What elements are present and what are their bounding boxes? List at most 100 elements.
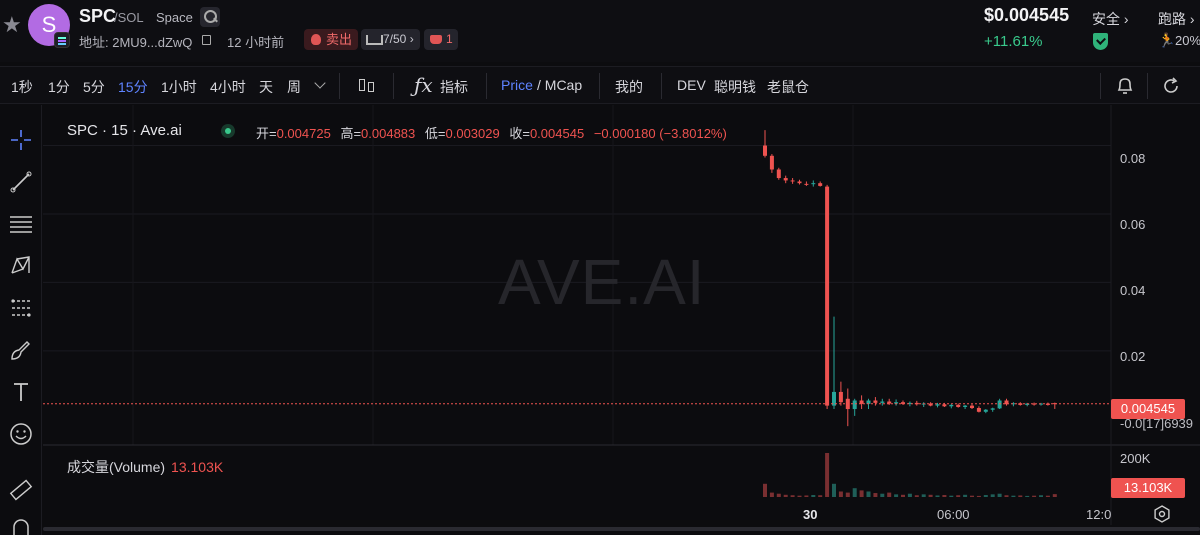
volume-bar	[880, 493, 885, 497]
volume-bar	[921, 494, 926, 497]
volume-bar	[907, 493, 912, 497]
chevron-down-icon[interactable]	[314, 77, 326, 89]
gear-icon[interactable]	[1153, 505, 1171, 523]
volume-bar	[838, 491, 843, 497]
volume-bar	[797, 495, 802, 497]
text-icon[interactable]	[8, 379, 34, 405]
indicators-button[interactable]: 指标	[440, 77, 468, 97]
candlestick-icon[interactable]	[358, 75, 376, 97]
token-header: ★ S SPC /SOL Space 地址: 2MU9...dZwQ 12 小时…	[0, 0, 1200, 62]
candle-body	[935, 404, 940, 406]
bell-icon[interactable]	[1114, 75, 1136, 97]
candle-body	[804, 183, 809, 185]
shield-icon	[1093, 33, 1108, 50]
interval-15m[interactable]: 15分	[118, 77, 148, 97]
volume-bar	[1018, 495, 1023, 497]
y-tick-label: 0.02	[1120, 349, 1146, 364]
fx-icon[interactable]: ƒx	[414, 73, 433, 97]
fib-icon[interactable]	[8, 295, 34, 321]
interval-5m[interactable]: 5分	[83, 77, 105, 97]
open-label: 开=	[256, 126, 277, 141]
safety-label: 安全	[1092, 11, 1120, 27]
volume-bar	[873, 493, 878, 497]
star-icon[interactable]: ★	[2, 14, 24, 36]
y-tick-label: 0.04	[1120, 283, 1146, 298]
rug-risk-label: 跑路	[1158, 11, 1186, 27]
chart-legend-title: SPC · 15 · Ave.ai	[67, 122, 182, 139]
volume-value: 13.103K	[171, 459, 224, 475]
candle-body	[818, 183, 823, 186]
emoji-icon[interactable]	[8, 421, 34, 447]
rat-trader-button[interactable]: 老鼠仓	[767, 77, 809, 97]
interval-4h[interactable]: 4小时	[210, 77, 246, 97]
solana-icon	[54, 32, 70, 48]
magnet-icon[interactable]	[8, 515, 34, 535]
candle-body	[783, 178, 788, 181]
watermark: AVE.AI	[498, 246, 706, 318]
rug-badge[interactable]: 1	[424, 29, 458, 50]
volume-bar	[976, 495, 981, 497]
interval-1d[interactable]: 天	[259, 77, 273, 97]
volume-bar	[1011, 495, 1016, 497]
horizontal-lines-icon[interactable]	[8, 211, 34, 237]
volume-bar	[790, 495, 795, 497]
volume-bar	[928, 494, 933, 497]
mcap-toggle[interactable]: / MCap	[537, 77, 582, 93]
interval-1m[interactable]: 1分	[48, 77, 70, 97]
candle-body	[838, 391, 843, 403]
volume-bar	[1032, 495, 1037, 497]
brush-icon[interactable]	[8, 337, 34, 363]
interval-1h[interactable]: 1小时	[161, 77, 197, 97]
search-icon[interactable]	[200, 7, 220, 27]
candle-body	[956, 404, 961, 407]
sell-badge[interactable]: 卖出	[304, 29, 359, 50]
interval-1w[interactable]: 周	[287, 77, 301, 97]
volume-bar	[942, 495, 947, 497]
candle-body	[990, 408, 995, 410]
candle-body	[997, 400, 1002, 409]
holders-badge[interactable]: 7/50 ›	[361, 29, 420, 50]
safety-link[interactable]: 安全 ›	[1092, 9, 1129, 29]
mine-button[interactable]: 我的	[615, 77, 643, 97]
volume-bar	[769, 492, 774, 497]
refresh-icon[interactable]	[1160, 75, 1182, 97]
volume-bar	[804, 495, 809, 497]
volume-bar	[825, 453, 830, 497]
chart-scrollbar[interactable]	[43, 527, 1200, 531]
price-chart[interactable]: AVE.AI SPC · 15 · Ave.ai 开=0.004725 高=0.…	[43, 105, 1200, 535]
price-change: +11.61%	[984, 33, 1043, 50]
divider	[393, 73, 394, 99]
volume-bar	[990, 494, 995, 497]
close-value: 0.004545	[529, 126, 585, 141]
close-label: 收=	[509, 126, 530, 141]
price-toggle[interactable]: Price	[501, 77, 533, 93]
current-price: $0.004545	[984, 5, 1070, 25]
y-tick-label: 0.06	[1120, 217, 1146, 232]
y-tick-label: 0.08	[1120, 151, 1146, 166]
smart-money-button[interactable]: 聪明钱	[714, 77, 756, 97]
volume-bar	[859, 490, 864, 497]
trend-line-icon[interactable]	[8, 169, 34, 195]
copy-icon[interactable]	[202, 35, 211, 45]
chart-toolbar: 1秒 1分 5分 15分 1小时 4小时 天 周 ƒx 指标 Price / M…	[0, 66, 1200, 104]
drawing-toolbar	[0, 105, 42, 535]
low-label: 低=	[424, 126, 446, 141]
volume-bar	[901, 494, 905, 497]
rug-risk-link[interactable]: 跑路 ›	[1158, 9, 1195, 29]
volume-label: 成交量(Volume)	[67, 459, 166, 475]
volume-bar	[914, 495, 919, 497]
volume-tag: 13.103K	[1111, 478, 1185, 498]
divider	[661, 73, 662, 99]
candle-body	[769, 155, 774, 170]
interval-1s[interactable]: 1秒	[11, 77, 33, 97]
volume-bar	[1004, 495, 1009, 497]
pattern-icon[interactable]	[8, 253, 34, 279]
volume-bar	[776, 493, 781, 497]
volume-bar	[983, 495, 988, 497]
candle-body	[963, 405, 968, 407]
candle-body	[776, 169, 781, 179]
volume-bar	[763, 483, 767, 497]
dev-button[interactable]: DEV	[677, 77, 706, 93]
crosshair-icon[interactable]	[8, 127, 34, 153]
ruler-icon[interactable]	[8, 477, 34, 503]
